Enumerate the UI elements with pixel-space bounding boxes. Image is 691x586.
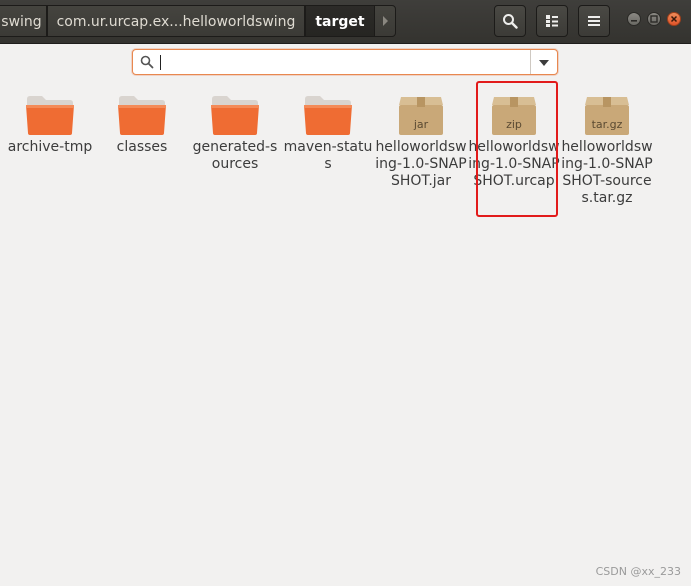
folder-icon [302,93,354,137]
header-bar: swing com.ur.urcap.ex...helloworldswing … [0,0,691,44]
minimize-button[interactable] [627,12,641,26]
breadcrumb-next-button[interactable] [374,5,396,37]
folder-icon [209,93,261,137]
package-type-badge: tar.gz [591,118,623,131]
watermark: CSDN @xx_233 [595,565,681,578]
search-button[interactable] [494,5,526,37]
chevron-down-icon [539,60,549,66]
text-cursor [160,55,161,70]
file-item-jar[interactable]: jar helloworldswing-1.0-SNAPSHOT.jar [375,93,467,190]
maximize-icon [650,15,658,23]
file-item-archive-tmp[interactable]: archive-tmp [4,93,96,156]
search-options-dropdown[interactable] [530,50,557,74]
view-toggle-button[interactable] [536,5,568,37]
breadcrumb-swing[interactable]: swing [0,5,47,37]
search-input[interactable] [159,52,523,74]
minimize-icon [631,20,637,22]
file-item-tar-gz[interactable]: tar.gz helloworldswing-1.0-SNAPSHOT-sour… [561,93,653,207]
file-item-classes[interactable]: classes [96,93,188,156]
folder-icon [24,93,76,137]
package-type-badge: jar [413,118,429,131]
list-view-icon [546,15,558,27]
file-name: archive-tmp [7,139,93,155]
file-name: helloworldswing-1.0-SNAPSHOT.jar [375,139,467,189]
file-name: generated-sources [192,139,278,172]
package-icon: jar [395,93,447,137]
close-button[interactable] [667,12,681,26]
file-item-generated-sources[interactable]: generated-sources [189,93,281,173]
breadcrumb-project[interactable]: com.ur.urcap.ex...helloworldswing [47,5,305,37]
menu-button[interactable] [578,5,610,37]
close-icon [670,15,678,23]
package-icon: tar.gz [581,93,633,137]
highlight-box [476,81,558,217]
maximize-button[interactable] [647,12,661,26]
file-item-maven-status[interactable]: maven-status [282,93,374,173]
folder-icon [116,93,168,137]
search-bar [132,49,558,75]
hamburger-menu-icon [588,16,600,26]
search-icon [140,55,154,69]
file-name: helloworldswing-1.0-SNAPSHOT-sources.tar… [561,139,653,206]
search-icon [503,14,518,29]
file-name: maven-status [283,139,373,172]
breadcrumb-target[interactable]: target [305,5,375,37]
file-name: classes [116,139,168,155]
chevron-right-icon [383,16,388,26]
